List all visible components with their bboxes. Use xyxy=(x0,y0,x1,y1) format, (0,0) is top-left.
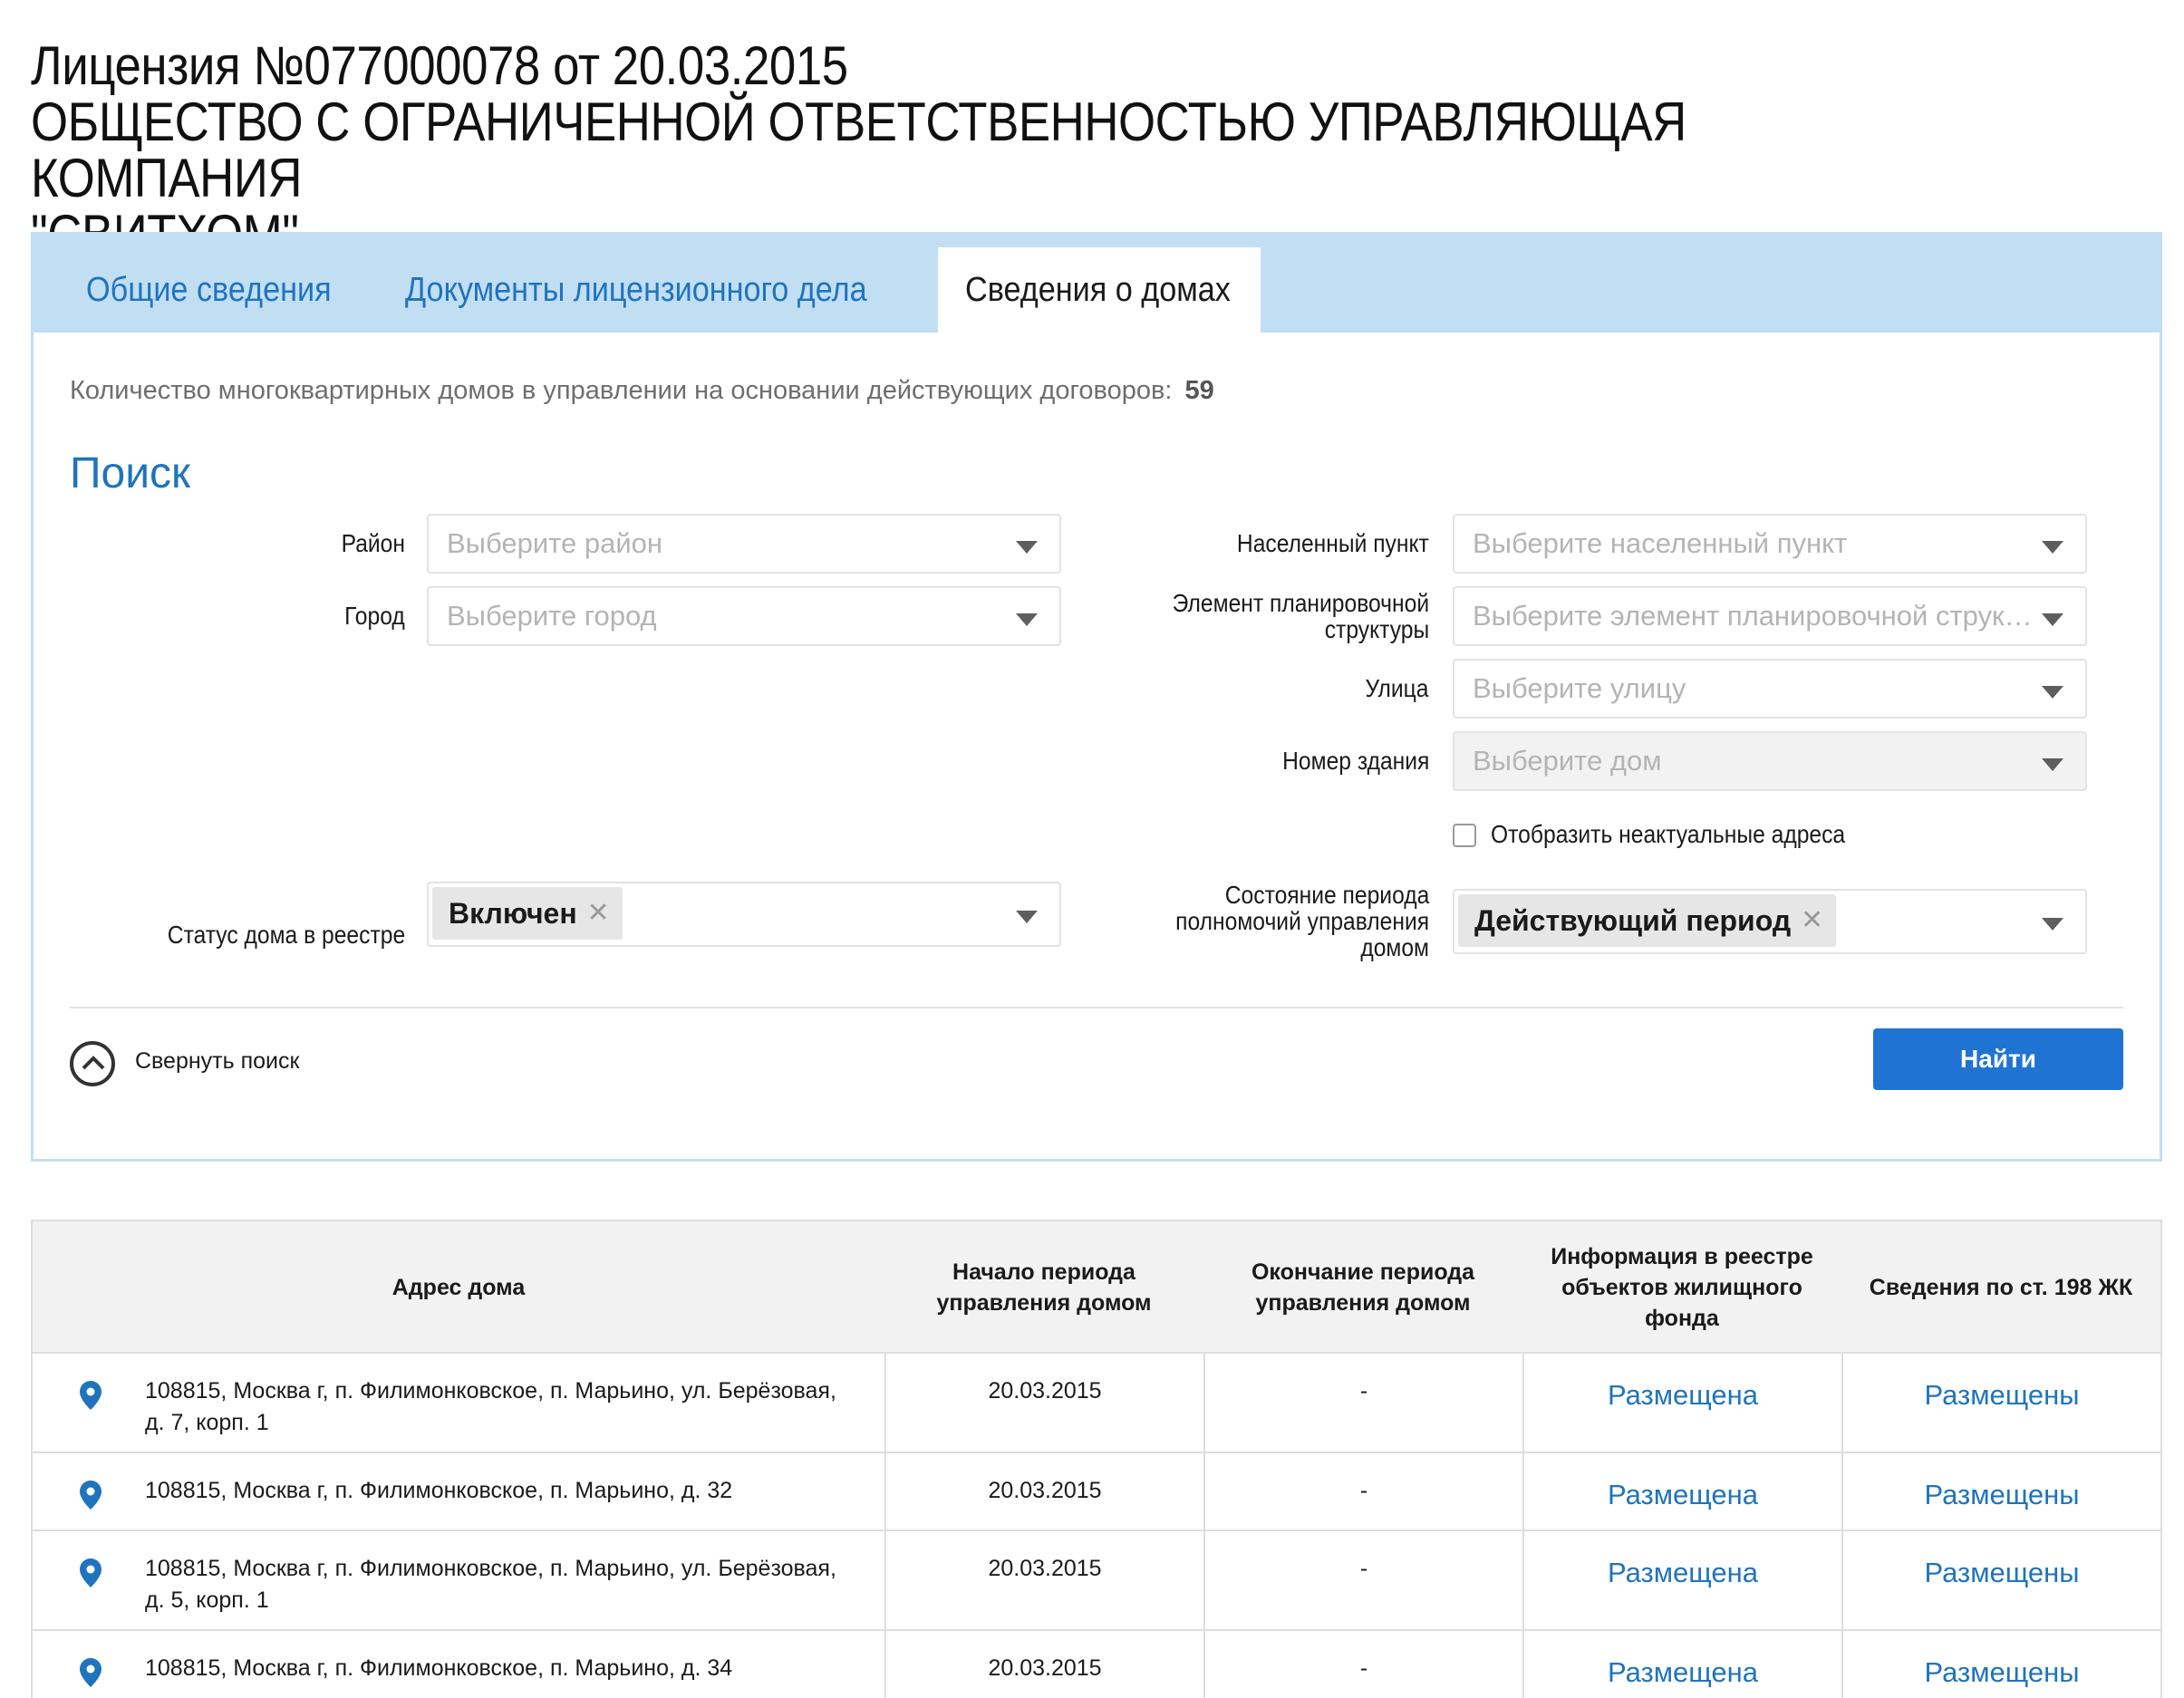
planning-element-select[interactable]: Выберите элемент планировочной струк… xyxy=(1453,586,2087,646)
chevron-down-icon xyxy=(2042,613,2063,626)
address-line2: д. 5, корп. 1 xyxy=(145,1587,269,1613)
houses-count-label: Количество многоквартирных домов в управ… xyxy=(70,376,1173,405)
map-pin-icon[interactable] xyxy=(80,1481,101,1510)
address-line1: 108815, Москва г, п. Филимонковское, п. … xyxy=(145,1478,733,1503)
company-name-line1: ОБЩЕСТВО С ОГРАНИЧЕННОЙ ОТВЕТСТВЕННОСТЬЮ… xyxy=(31,92,1686,208)
status-select[interactable]: Включен ✕ xyxy=(427,882,1061,947)
show-outdated-checkbox[interactable] xyxy=(1453,824,1476,847)
divider xyxy=(70,1007,2123,1008)
table-row: 108815, Москва г, п. Филимонковское, п. … xyxy=(33,1531,2160,1631)
houses-count-value: 59 xyxy=(1184,376,1214,405)
tab-houses[interactable]: Сведения о домах xyxy=(938,247,1261,333)
collapse-search-link[interactable]: Свернуть поиск xyxy=(135,1048,299,1075)
settlement-label: Населенный пункт xyxy=(1237,529,1429,557)
registry-link[interactable]: Размещена xyxy=(1524,1656,1841,1689)
license-panel: Общие сведения Документы лицензионного д… xyxy=(31,232,2162,1162)
end-date: - xyxy=(1359,1478,1368,1503)
map-pin-icon[interactable] xyxy=(80,1558,101,1587)
table-header: Адрес дома Начало периода управления домо… xyxy=(33,1221,2160,1354)
col-address[interactable]: Адрес дома xyxy=(33,1221,884,1354)
chevron-down-icon xyxy=(2042,918,2063,931)
col-end[interactable]: Окончание периода управления домом xyxy=(1203,1221,1522,1354)
houses-count: Количество многоквартирных домов в управ… xyxy=(70,376,1214,406)
address-line2: д. 7, корп. 1 xyxy=(145,1410,269,1435)
chevron-down-icon xyxy=(2042,758,2063,771)
district-label: Район xyxy=(341,529,405,557)
col-registry[interactable]: Информация в реестре объектов жилищного фо… xyxy=(1522,1221,1841,1354)
address-line1: 108815, Москва г, п. Филимонковское, п. … xyxy=(145,1556,836,1581)
col-art198[interactable]: Сведения по ст. 198 ЖК xyxy=(1841,1221,2160,1354)
art198-link[interactable]: Размещены xyxy=(1843,1557,2160,1589)
registry-link[interactable]: Размещена xyxy=(1524,1379,1841,1412)
map-pin-icon[interactable] xyxy=(80,1381,101,1410)
table-row: 108815, Москва г, п. Филимонковское, п. … xyxy=(33,1453,2160,1531)
map-pin-icon[interactable] xyxy=(80,1658,101,1687)
period-state-chip: Действующий период ✕ xyxy=(1458,894,1837,947)
search-heading: Поиск xyxy=(70,449,191,497)
planning-element-label: Элемент планировочной структуры xyxy=(1172,589,1429,643)
chevron-down-icon xyxy=(1016,541,1038,554)
district-placeholder: Выберите район xyxy=(447,527,663,559)
col-start[interactable]: Начало периода управления домом xyxy=(884,1221,1203,1354)
end-date: - xyxy=(1359,1655,1368,1681)
settlement-select[interactable]: Выберите населенный пункт xyxy=(1453,514,2087,574)
show-outdated-label: Отобразить неактуальные адреса xyxy=(1491,820,1846,848)
settlement-placeholder: Выберите населенный пункт xyxy=(1473,527,1848,559)
status-chip: Включен ✕ xyxy=(432,887,623,940)
district-select[interactable]: Выберите район xyxy=(427,514,1061,574)
status-label: Статус дома в реестре xyxy=(167,921,405,949)
planning-element-placeholder: Выберите элемент планировочной струк… xyxy=(1473,600,2031,632)
table-row: 108815, Москва г, п. Филимонковское, п. … xyxy=(33,1354,2160,1453)
city-label: Город xyxy=(344,602,405,630)
start-date: 20.03.2015 xyxy=(988,1556,1102,1581)
end-date: - xyxy=(1359,1556,1368,1581)
street-label: Улица xyxy=(1366,674,1429,702)
registry-link[interactable]: Размещена xyxy=(1524,1479,1841,1511)
tab-general[interactable]: Общие сведения xyxy=(86,247,359,333)
start-date: 20.03.2015 xyxy=(988,1655,1102,1681)
city-placeholder: Выберите город xyxy=(447,600,657,632)
address-cell: 108815, Москва г, п. Филимонковское, п. … xyxy=(33,1453,884,1529)
art198-link[interactable]: Размещены xyxy=(1843,1479,2160,1511)
city-select[interactable]: Выберите город xyxy=(427,586,1061,646)
art198-link[interactable]: Размещены xyxy=(1843,1379,2160,1412)
building-placeholder: Выберите дом xyxy=(1473,745,1662,777)
building-select[interactable]: Выберите дом xyxy=(1453,731,2087,791)
start-date: 20.03.2015 xyxy=(988,1378,1102,1404)
address-line1: 108815, Москва г, п. Филимонковское, п. … xyxy=(145,1378,836,1404)
tab-bar: Общие сведения Документы лицензионного д… xyxy=(34,235,2160,333)
page-title: Лицензия №077000078 от 20.03.2015 ОБЩЕСТ… xyxy=(31,38,1897,263)
period-state-select[interactable]: Действующий период ✕ xyxy=(1453,889,2087,954)
art198-link[interactable]: Размещены xyxy=(1843,1656,2160,1689)
street-placeholder: Выберите улицу xyxy=(1473,672,1686,704)
chevron-up-icon[interactable] xyxy=(70,1041,115,1086)
registry-link[interactable]: Размещена xyxy=(1524,1557,1841,1589)
address-cell: 108815, Москва г, п. Филимонковское, п. … xyxy=(33,1354,884,1452)
period-state-label: Состояние периода полномочий управления … xyxy=(1175,881,1429,961)
remove-icon[interactable]: ✕ xyxy=(1801,894,1823,947)
remove-icon[interactable]: ✕ xyxy=(587,887,610,940)
find-button[interactable]: Найти xyxy=(1873,1028,2123,1090)
end-date: - xyxy=(1359,1378,1368,1404)
address-cell: 108815, Москва г, п. Филимонковское, п. … xyxy=(33,1531,884,1629)
license-title: Лицензия №077000078 от 20.03.2015 xyxy=(31,35,848,96)
start-date: 20.03.2015 xyxy=(988,1478,1102,1503)
houses-table: Адрес дома Начало периода управления домо… xyxy=(31,1220,2162,1698)
chevron-down-icon xyxy=(2042,541,2063,554)
address-line1: 108815, Москва г, п. Филимонковское, п. … xyxy=(145,1655,733,1681)
tab-license-documents[interactable]: Документы лицензионного дела xyxy=(405,247,918,333)
chevron-down-icon xyxy=(1016,613,1038,626)
table-row: 108815, Москва г, п. Филимонковское, п. … xyxy=(33,1631,2160,1698)
street-select[interactable]: Выберите улицу xyxy=(1453,659,2087,719)
chevron-down-icon xyxy=(2042,686,2063,699)
building-label: Номер здания xyxy=(1281,747,1429,775)
address-cell: 108815, Москва г, п. Филимонковское, п. … xyxy=(33,1631,884,1698)
chevron-down-icon xyxy=(1016,911,1038,923)
